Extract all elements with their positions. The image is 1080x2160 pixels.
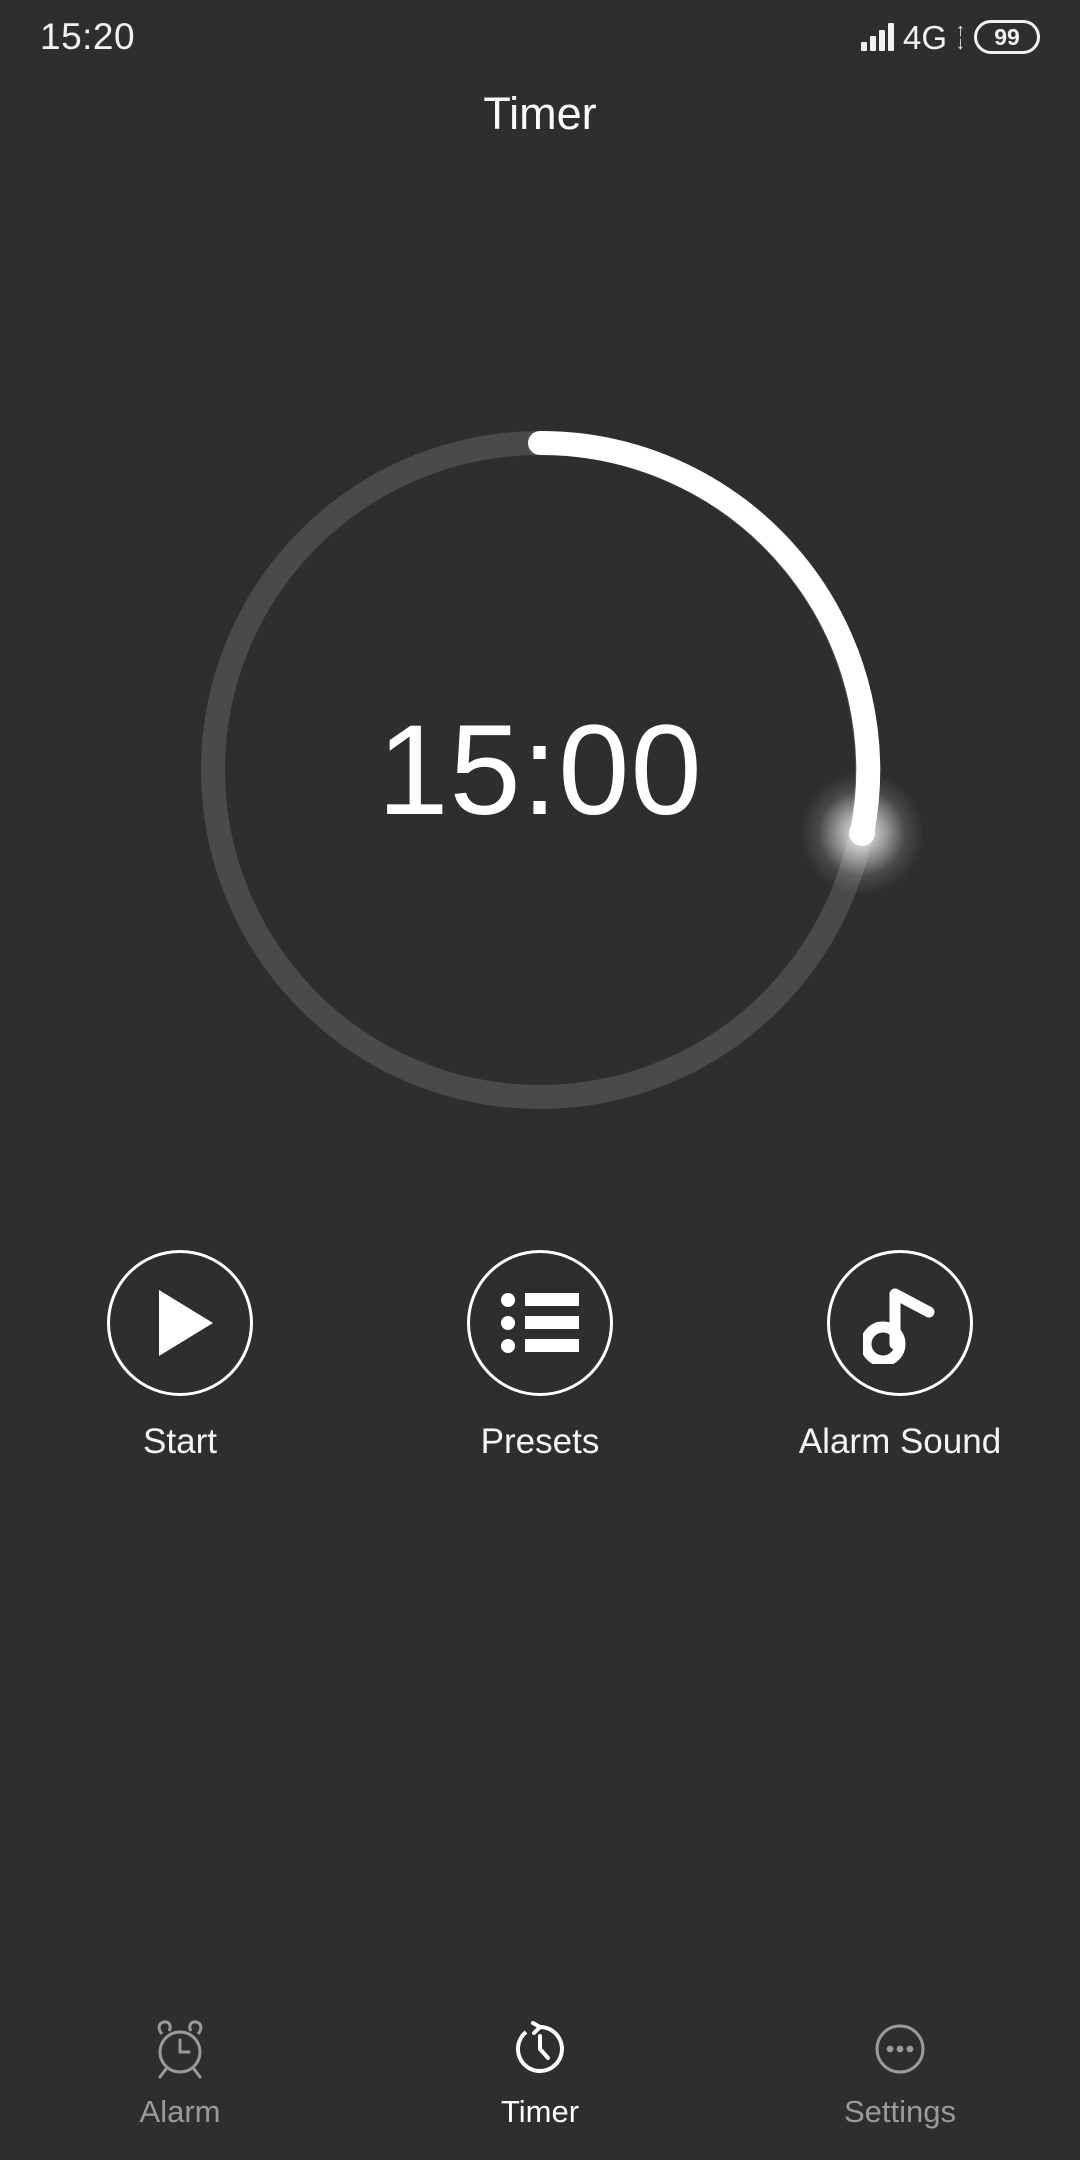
battery-level-label: 99 [994, 23, 1020, 50]
data-transfer-arrows-icon: ↑ ↓ [956, 19, 965, 53]
alarm-sound-button[interactable]: Alarm Sound [770, 1250, 1030, 1462]
nav-tab-settings-label: Settings [843, 2094, 956, 2129]
nav-tab-settings[interactable]: Settings [720, 2018, 1080, 2130]
alarm-sound-button-label: Alarm Sound [798, 1422, 1002, 1461]
more-dots-icon [875, 2024, 925, 2074]
nav-tab-timer[interactable]: Timer [360, 2018, 720, 2130]
music-note-icon [863, 1288, 935, 1364]
nav-tab-alarm[interactable]: Alarm [0, 2018, 360, 2130]
status-bar-icons: 4G ↑ ↓ 99 [860, 18, 1040, 56]
alarm-sound-button-circle[interactable] [827, 1250, 973, 1396]
alarm-clock-icon [157, 2020, 203, 2079]
list-icon [501, 1293, 579, 1353]
timer-time-display: 15:00 [377, 698, 703, 842]
presets-button-label: Presets [480, 1422, 600, 1461]
page-title: Timer [483, 88, 597, 139]
start-button-circle[interactable] [107, 1250, 253, 1396]
start-button[interactable]: Start [50, 1250, 310, 1462]
nav-tab-alarm-label: Alarm [139, 2094, 221, 2129]
signal-bars-icon [860, 23, 894, 51]
presets-button[interactable]: Presets [410, 1250, 670, 1462]
battery-icon: 99 [974, 20, 1040, 54]
timer-clock-icon [515, 2021, 564, 2073]
timer-screen: 15:20 4G ↑ ↓ 99 Timer 15:00 Start Preset… [0, 0, 1080, 2160]
status-bar: 15:20 4G ↑ ↓ 99 [0, 0, 1080, 74]
presets-button-circle[interactable] [467, 1250, 613, 1396]
start-button-label: Start [143, 1422, 217, 1461]
nav-tab-timer-label: Timer [500, 2094, 580, 2129]
bottom-navigation: Alarm Timer Settings [0, 1988, 1080, 2160]
play-icon [159, 1290, 213, 1356]
timer-controls: Start Presets Alarm Sound [0, 1250, 1080, 1462]
timer-dial[interactable]: 15:00 [150, 380, 930, 1160]
network-type-label: 4G [902, 18, 947, 56]
status-bar-clock: 15:20 [40, 16, 136, 57]
